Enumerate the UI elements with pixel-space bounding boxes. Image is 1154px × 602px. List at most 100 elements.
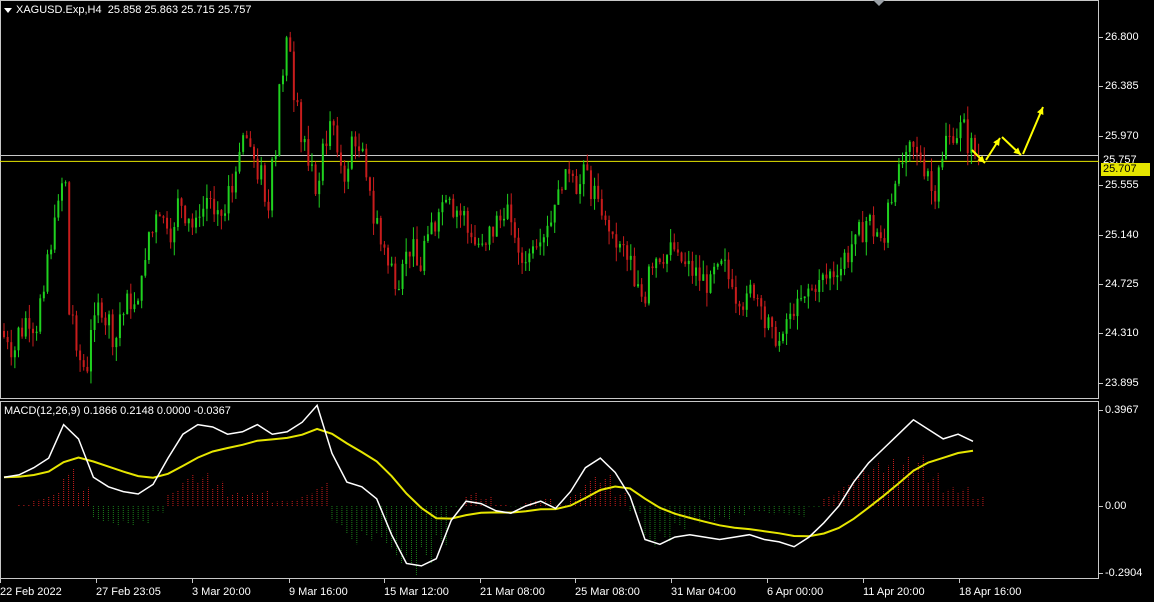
candle-body [267, 201, 270, 211]
price-tick-label: 23.895 [1099, 376, 1139, 389]
candle-body [868, 215, 871, 221]
candle-body [937, 167, 940, 202]
candle-body [810, 288, 813, 290]
candle-body [151, 232, 154, 234]
candle-body [959, 122, 962, 139]
candle-body [238, 151, 241, 172]
candle-body [191, 218, 194, 228]
candle-body [800, 298, 803, 300]
candle-body [144, 260, 147, 276]
candle-body [691, 260, 694, 276]
candle-body [916, 146, 919, 153]
forecast-arrow [1022, 106, 1044, 155]
candle-body [401, 263, 404, 289]
candle-body [582, 164, 585, 185]
candle-body [796, 298, 799, 317]
candle-body [108, 314, 111, 326]
candle-body [521, 252, 524, 263]
candle-body [278, 84, 281, 156]
candle-body [115, 338, 118, 348]
candle-body [60, 183, 63, 201]
candle-body [310, 164, 313, 166]
candle-body [79, 350, 82, 361]
candle-body [445, 199, 448, 203]
candle-body [673, 242, 676, 250]
candle-body [832, 271, 835, 278]
ohlc-values: 25.858 25.863 25.715 25.757 [107, 4, 252, 16]
price-tick-label: 25.970 [1099, 129, 1139, 142]
candle-body [481, 243, 484, 245]
candle-body [477, 243, 480, 245]
candle-body [774, 326, 777, 346]
candle-body [542, 237, 545, 243]
chart-header: XAGUSD.Exp,H4 25.858 25.863 25.715 25.75… [4, 4, 251, 16]
candle-body [644, 296, 647, 304]
candle-body [680, 252, 683, 262]
candle-body [945, 135, 948, 159]
chevron-down-icon[interactable] [4, 7, 12, 13]
candle-body [426, 234, 429, 241]
candle-body [332, 121, 335, 126]
candle-body [231, 186, 234, 193]
candle-body [662, 262, 665, 264]
candle-body [325, 143, 328, 147]
candle-body [17, 327, 20, 351]
candle-body [405, 251, 408, 264]
candle-body [716, 263, 719, 267]
candle-body [894, 183, 897, 203]
candle-body [329, 121, 332, 147]
candle-body [452, 198, 455, 217]
price-axis[interactable]: 26.800 26.385 25.970 25.555 25.140 24.725 24.3… [1099, 0, 1154, 399]
candle-body [622, 244, 625, 246]
candle-body [803, 296, 806, 299]
candle-body [531, 246, 534, 254]
candle-body [383, 244, 386, 248]
candle-body [361, 148, 364, 152]
candle-body [31, 328, 34, 334]
candle-body [930, 171, 933, 191]
candle-body [709, 274, 712, 293]
candle-body [252, 146, 255, 159]
price-tick-label: 25.555 [1099, 179, 1139, 192]
candle-body [615, 234, 618, 248]
candle-body [872, 215, 875, 237]
candle-body [608, 219, 611, 232]
candle-body [448, 198, 451, 200]
candle-body [387, 247, 390, 266]
candle-body [307, 139, 310, 166]
candle-body [158, 214, 161, 217]
candle-body [600, 198, 603, 216]
candle-body [372, 190, 375, 224]
time-tick-label: 27 Feb 23:05 [96, 579, 161, 598]
candle-body [303, 139, 306, 143]
candle-body [376, 217, 379, 224]
candle-body [557, 189, 560, 205]
candle-body [618, 244, 621, 248]
candle-body [818, 280, 821, 292]
candle-body [195, 217, 198, 228]
time-tick-label: 22 Feb 2022 [0, 579, 62, 598]
candle-body [118, 314, 121, 339]
candle-body [752, 284, 755, 299]
candle-body [814, 288, 817, 292]
candle-body [506, 204, 509, 219]
macd-axis[interactable]: 0.3967 0.00 -0.2904 [1098, 401, 1154, 579]
candle-body [731, 279, 734, 288]
macd-main-line [3, 403, 974, 567]
candle-body [847, 252, 850, 263]
candle-body [394, 263, 397, 290]
candle-body [249, 138, 252, 147]
time-tick-label: 31 Mar 04:00 [671, 579, 736, 598]
candle-body [684, 261, 687, 265]
candle-body [213, 198, 216, 215]
candle-body [966, 119, 969, 154]
time-axis[interactable]: 22 Feb 2022 27 Feb 23:05 3 Mar 20:00 9 Mar … [0, 579, 1099, 602]
time-tick-label: 6 Apr 00:00 [767, 579, 824, 598]
macd-tick-label: 0.3967 [1099, 404, 1139, 416]
candle-body [245, 135, 248, 139]
candle-body [187, 218, 190, 224]
candle-body [484, 243, 487, 245]
candle-body [724, 259, 727, 261]
candle-body [905, 151, 908, 163]
candle-body [343, 165, 346, 182]
